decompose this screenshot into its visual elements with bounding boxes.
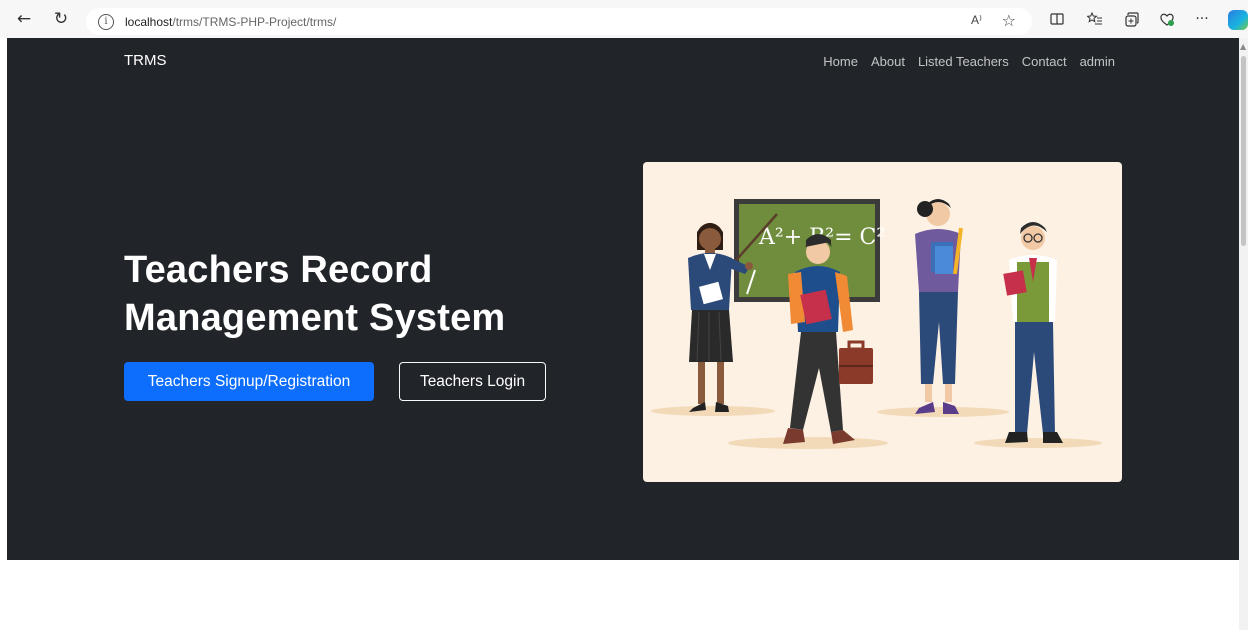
nav-contact[interactable]: Contact bbox=[1022, 54, 1067, 69]
favorite-star-icon[interactable]: ☆ bbox=[1002, 11, 1016, 30]
back-icon[interactable]: ← bbox=[13, 8, 35, 30]
url-text: localhost/trms/TRMS-PHP-Project/trms/ bbox=[125, 15, 336, 29]
copilot-icon[interactable] bbox=[1228, 10, 1248, 30]
brand-logo[interactable]: TRMS bbox=[124, 52, 167, 69]
hero-title: Teachers Record Management System bbox=[124, 249, 506, 339]
collections-icon[interactable] bbox=[1121, 9, 1141, 29]
hero-section: TRMS Home About Listed Teachers Contact … bbox=[7, 38, 1239, 560]
teachers-illustration: A²+ B²= C² bbox=[643, 162, 1122, 482]
teachers-signup-button[interactable]: Teachers Signup/Registration bbox=[124, 362, 374, 401]
top-navbar: TRMS Home About Listed Teachers Contact … bbox=[7, 38, 1239, 84]
info-icon[interactable]: i bbox=[98, 13, 114, 30]
url-path: /trms/TRMS-PHP-Project/trms/ bbox=[172, 14, 337, 29]
browser-essentials-icon[interactable] bbox=[1157, 9, 1177, 29]
nav-about[interactable]: About bbox=[871, 54, 905, 69]
nav-home[interactable]: Home bbox=[823, 54, 858, 69]
address-bar[interactable]: i localhost/trms/TRMS-PHP-Project/trms/ … bbox=[86, 8, 1032, 35]
page-scrollbar[interactable]: ▲ bbox=[1239, 38, 1248, 630]
url-host: localhost bbox=[125, 14, 173, 29]
split-screen-icon[interactable] bbox=[1047, 9, 1067, 29]
scrollbar-thumb[interactable] bbox=[1241, 56, 1246, 246]
browser-toolbar: ← ↻ i localhost/trms/TRMS-PHP-Project/tr… bbox=[0, 0, 1248, 38]
teachers-login-button[interactable]: Teachers Login bbox=[399, 362, 546, 401]
favorites-icon[interactable] bbox=[1085, 9, 1105, 29]
nav-listed-teachers[interactable]: Listed Teachers bbox=[918, 54, 1009, 69]
read-aloud-icon[interactable]: A⁾ bbox=[971, 13, 982, 27]
refresh-icon[interactable]: ↻ bbox=[50, 8, 72, 30]
scroll-up-arrow-icon[interactable]: ▲ bbox=[1240, 42, 1246, 51]
more-options-icon[interactable]: ··· bbox=[1192, 9, 1212, 29]
nav-links: Home About Listed Teachers Contact admin bbox=[823, 54, 1115, 69]
nav-admin[interactable]: admin bbox=[1080, 54, 1115, 69]
